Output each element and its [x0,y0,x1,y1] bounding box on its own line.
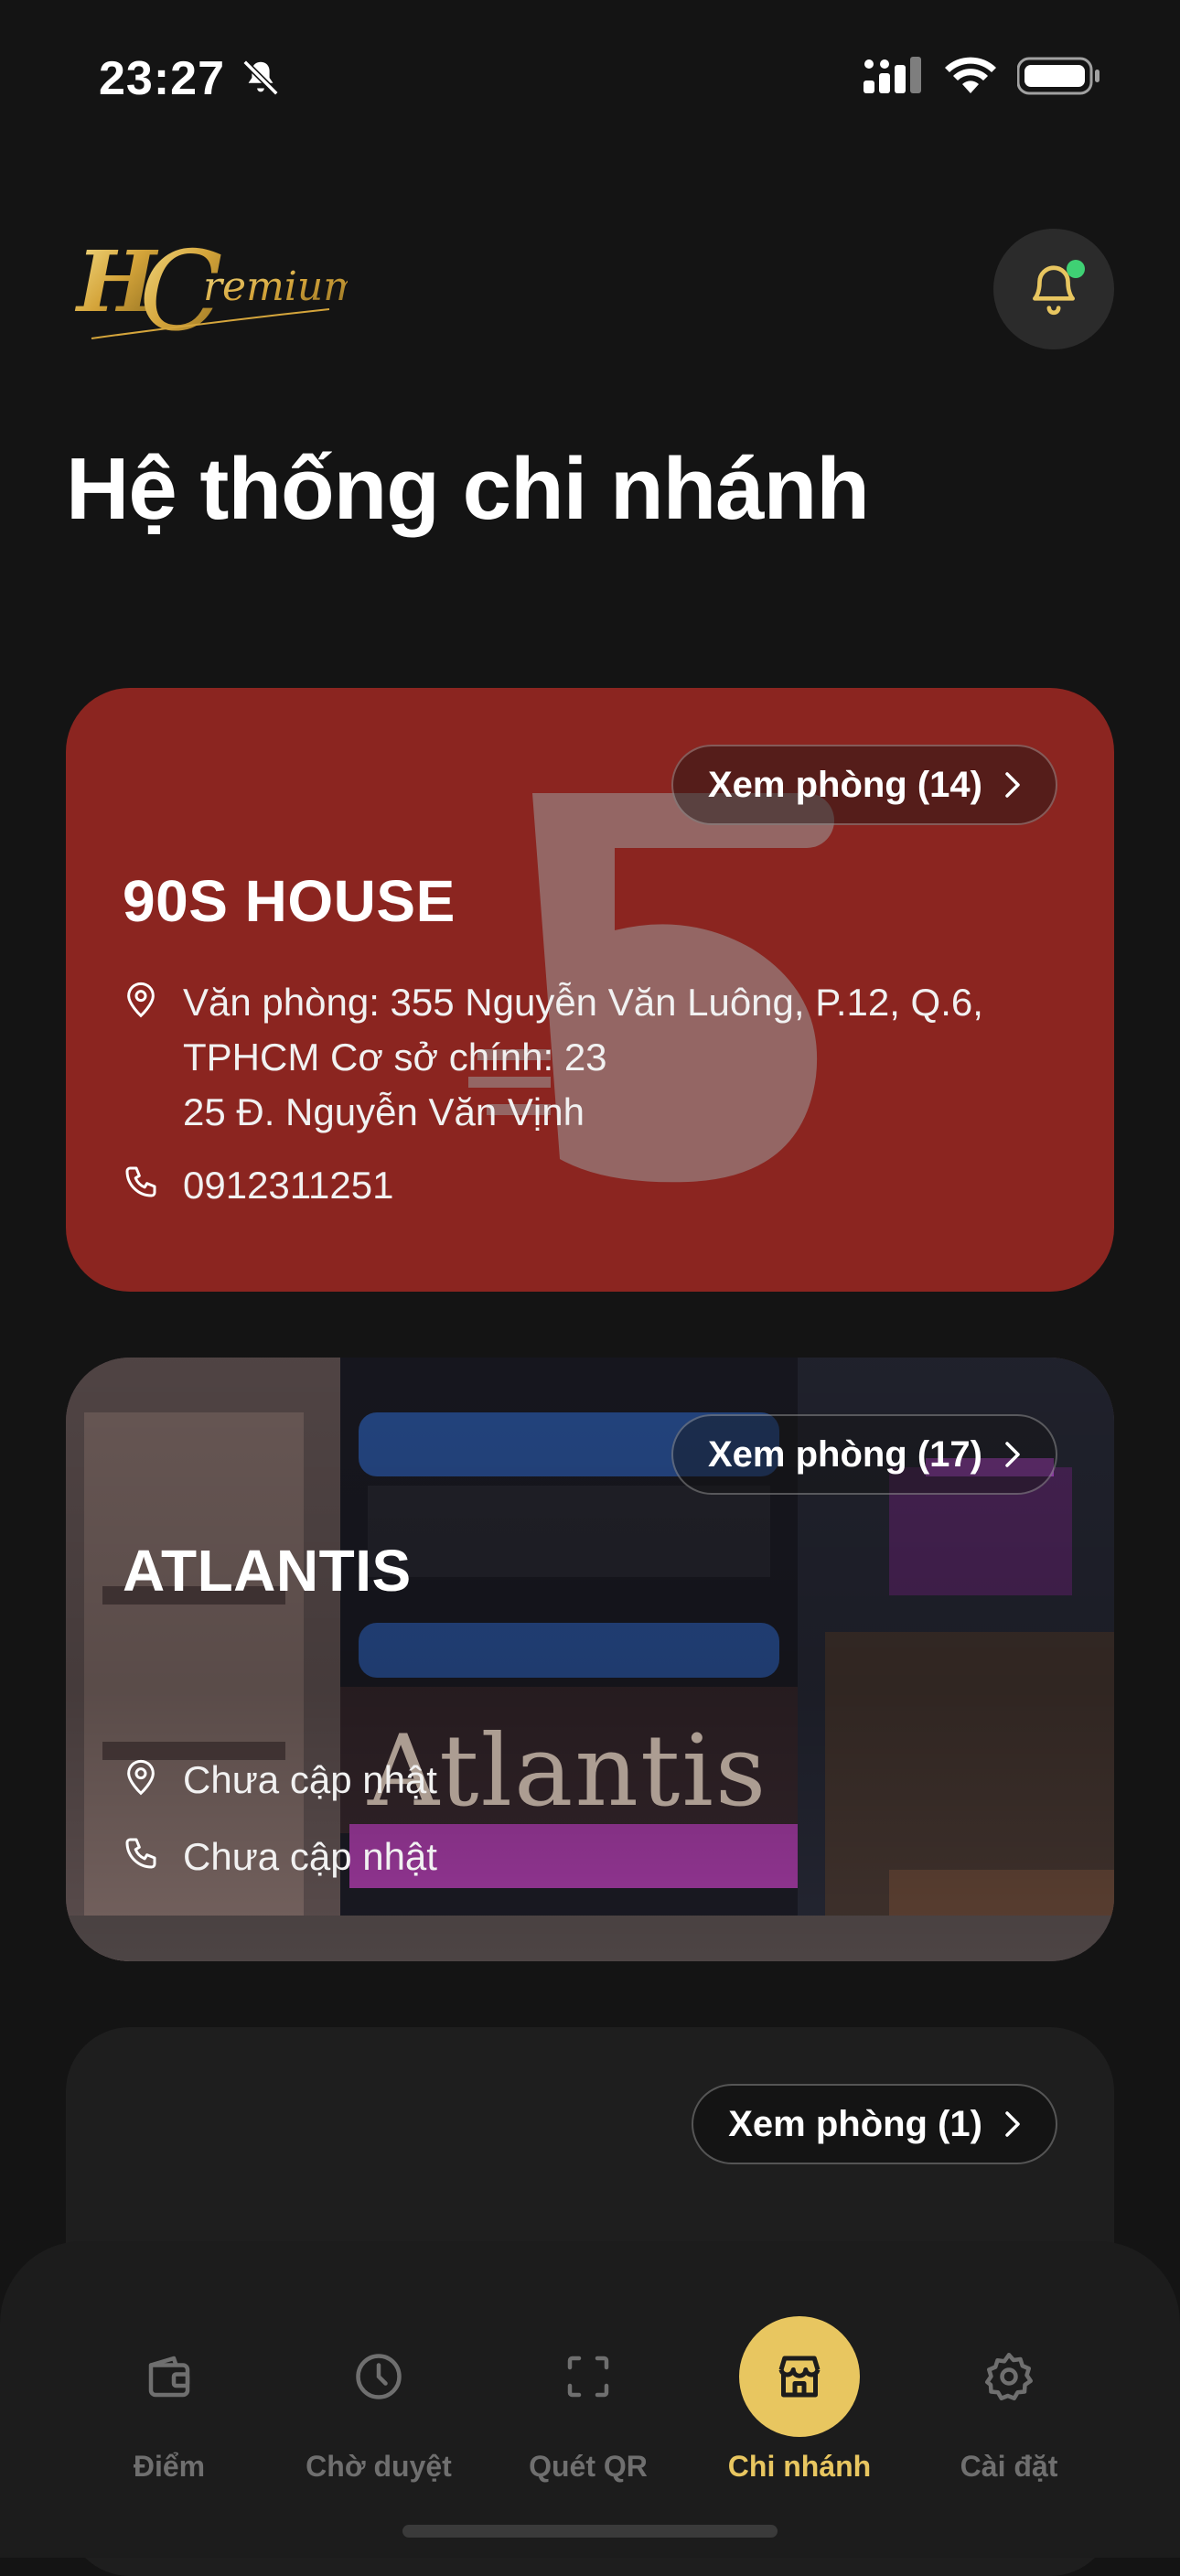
cellular-signal-icon [864,57,921,93]
location-pin-icon [127,1759,155,1796]
notification-dot [1067,260,1085,278]
wifi-icon [945,57,996,93]
bottom-nav: Điểm Chờ duyệt Quét QR Chi nhánh Cài đặt [0,2241,1180,2558]
view-rooms-label: Xem phòng (1) [728,2103,982,2144]
view-rooms-label: Xem phòng (14) [707,764,982,805]
view-rooms-label: Xem phòng (17) [707,1433,982,1475]
nav-label: Cài đặt [960,2450,1058,2483]
phone-icon [125,1166,156,1197]
view-rooms-button[interactable]: Xem phòng (14) [670,745,1057,825]
gear-icon [985,2353,1033,2400]
battery-icon [1017,57,1100,95]
clock-icon [356,2354,402,2399]
nav-label: Chi nhánh [727,2450,872,2483]
scan-icon [567,2356,609,2398]
nav-item-cho-duyet[interactable]: Chờ duyệt [274,2316,484,2484]
chevron-right-icon [1005,2111,1020,2137]
page-title: Hệ thống chi nhánh [66,440,870,538]
chevron-right-icon [1005,1442,1020,1467]
branch-phone[interactable]: Chưa cập nhật [123,1830,437,1884]
status-bar: 23:27 [0,0,1180,146]
nav-label: Điểm [133,2450,206,2483]
hc-premium-logo: H C remium [74,229,348,356]
svg-text:remium: remium [203,263,348,310]
branch-name: ATLANTIS [123,1538,412,1604]
nav-label: Quét QR [529,2450,648,2483]
view-rooms-button[interactable]: Xem phòng (1) [692,2084,1057,2164]
phone-text: Chưa cập nhật [183,1835,437,1878]
branch-address: Chưa cập nhật [123,1753,437,1808]
nav-item-quet-qr[interactable]: Quét QR [483,2316,693,2484]
branch-name: 90S HOUSE [123,868,456,934]
nav-label: Chờ duyệt [306,2450,452,2483]
address-text: Văn phòng: 355 Nguyễn Văn Luông, P.12, Q… [183,981,983,1133]
nav-item-cai-dat[interactable]: Cài đặt [904,2316,1114,2484]
address-text: Chưa cập nhật [183,1758,437,1801]
bell-slash-icon [242,59,279,96]
branch-address: Văn phòng: 355 Nguyễn Văn Luông, P.12, Q… [123,975,983,1140]
nav-item-chi-nhanh[interactable]: Chi nhánh [694,2316,905,2484]
phone-icon [125,1838,156,1869]
branch-card-90s-house[interactable]: Xem phòng (14) 90S HOUSE Văn phòng: 355 … [66,688,1114,1292]
chevron-right-icon [1005,772,1020,798]
wallet-icon [148,2356,190,2398]
view-rooms-button[interactable]: Xem phòng (17) [670,1414,1057,1495]
notification-button[interactable] [993,229,1114,349]
branch-phone[interactable]: 0912311251 [123,1158,393,1213]
phone-text: 0912311251 [183,1164,394,1207]
branch-card-atlantis[interactable]: Atlantis Xem phòng (17) ATLANTIS Chưa cậ… [66,1358,1114,1961]
store-icon [778,2356,821,2398]
status-time: 23:27 [99,52,225,105]
status-indicators [864,57,1101,95]
home-indicator [402,2525,778,2538]
nav-item-diem[interactable]: Điểm [64,2316,274,2484]
location-pin-icon [127,982,155,1018]
